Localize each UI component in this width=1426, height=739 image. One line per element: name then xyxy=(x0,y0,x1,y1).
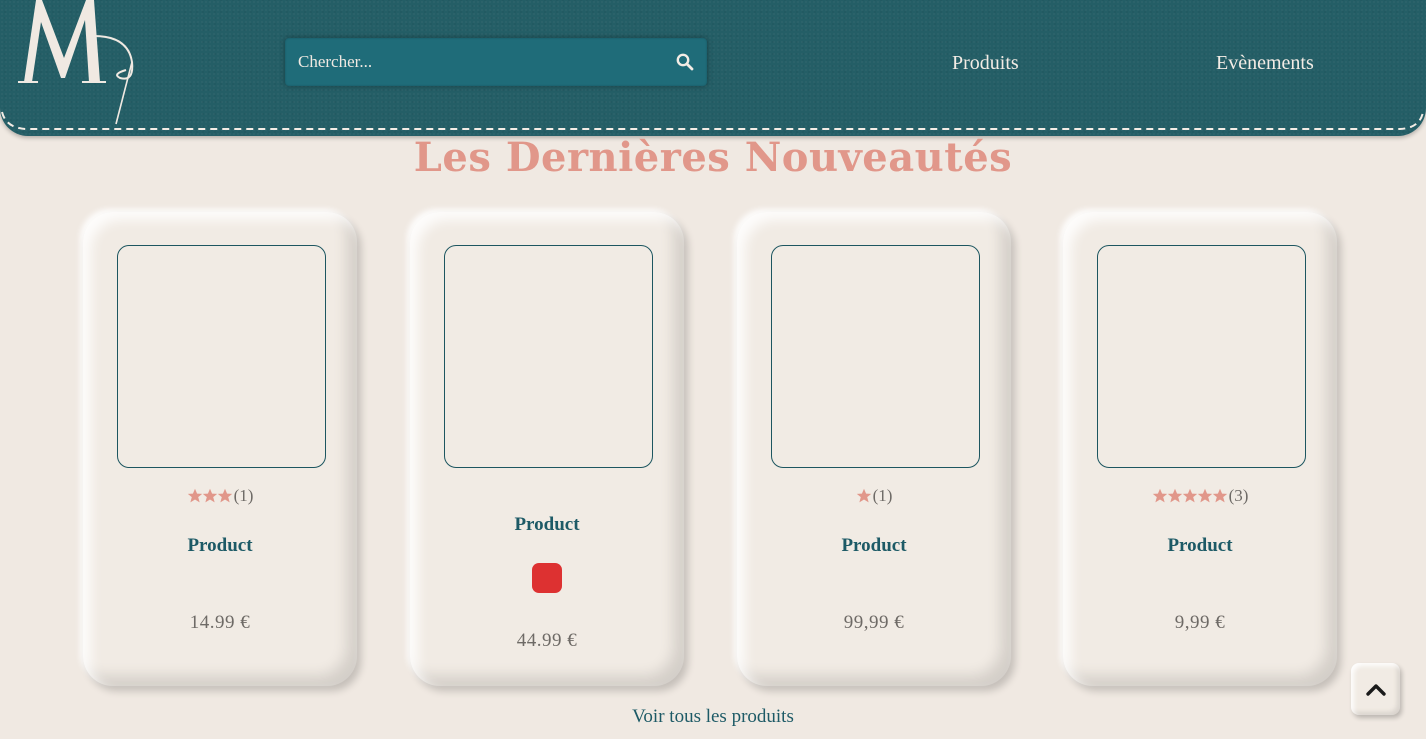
product-card[interactable]: (1) Product 14.99 € xyxy=(83,212,357,686)
star-icon xyxy=(1167,488,1182,503)
product-image[interactable] xyxy=(1097,245,1306,468)
product-card[interactable]: (1) Product 99,99 € xyxy=(737,212,1011,686)
star-icon xyxy=(1182,488,1197,503)
color-swatch[interactable] xyxy=(532,563,562,593)
product-card[interactable]: (3) Product 9,99 € xyxy=(1063,212,1337,686)
search-bar xyxy=(285,38,707,86)
review-count: (3) xyxy=(1228,486,1249,505)
star-icon xyxy=(856,488,871,503)
search-input[interactable] xyxy=(285,38,655,86)
stitched-border xyxy=(1,111,1424,130)
product-name[interactable]: Product xyxy=(410,514,684,536)
product-rating: (1) xyxy=(83,486,357,506)
product-name[interactable]: Product xyxy=(737,535,1011,557)
nav-link-produits[interactable]: Produits xyxy=(952,52,1019,75)
page-title: Les Dernières Nouveautés xyxy=(413,134,1013,181)
star-icon xyxy=(217,488,232,503)
logo[interactable] xyxy=(16,0,138,126)
product-price: 44.99 € xyxy=(516,630,578,651)
product-card[interactable]: Product 44.99 € xyxy=(410,212,684,686)
star-rating xyxy=(856,488,871,504)
product-price: 99,99 € xyxy=(843,612,905,633)
view-all-products-link[interactable]: Voir tous les produits xyxy=(0,706,1426,728)
star-icon xyxy=(1212,488,1227,503)
star-icon xyxy=(1152,488,1167,503)
product-price: 14.99 € xyxy=(189,612,251,633)
star-rating xyxy=(187,488,232,504)
chevron-up-icon xyxy=(1365,684,1386,696)
review-count: (1) xyxy=(233,486,254,505)
product-name[interactable]: Product xyxy=(83,535,357,557)
monogram-logo-icon xyxy=(18,0,134,125)
scroll-to-top-button[interactable] xyxy=(1351,663,1400,715)
star-rating xyxy=(1152,488,1227,504)
site-header: Produits Evènements xyxy=(0,0,1426,136)
product-rating: (3) xyxy=(1063,486,1337,506)
star-icon xyxy=(202,488,217,503)
star-icon xyxy=(187,488,202,503)
product-name[interactable]: Product xyxy=(1063,535,1337,557)
product-image[interactable] xyxy=(771,245,980,468)
product-image[interactable] xyxy=(117,245,326,468)
product-image[interactable] xyxy=(444,245,653,468)
product-rating: (1) xyxy=(737,486,1011,506)
nav-link-evenements[interactable]: Evènements xyxy=(1216,52,1314,75)
review-count: (1) xyxy=(872,486,893,505)
product-price: 9,99 € xyxy=(1174,612,1226,633)
search-icon[interactable] xyxy=(675,52,695,72)
star-icon xyxy=(1197,488,1212,503)
